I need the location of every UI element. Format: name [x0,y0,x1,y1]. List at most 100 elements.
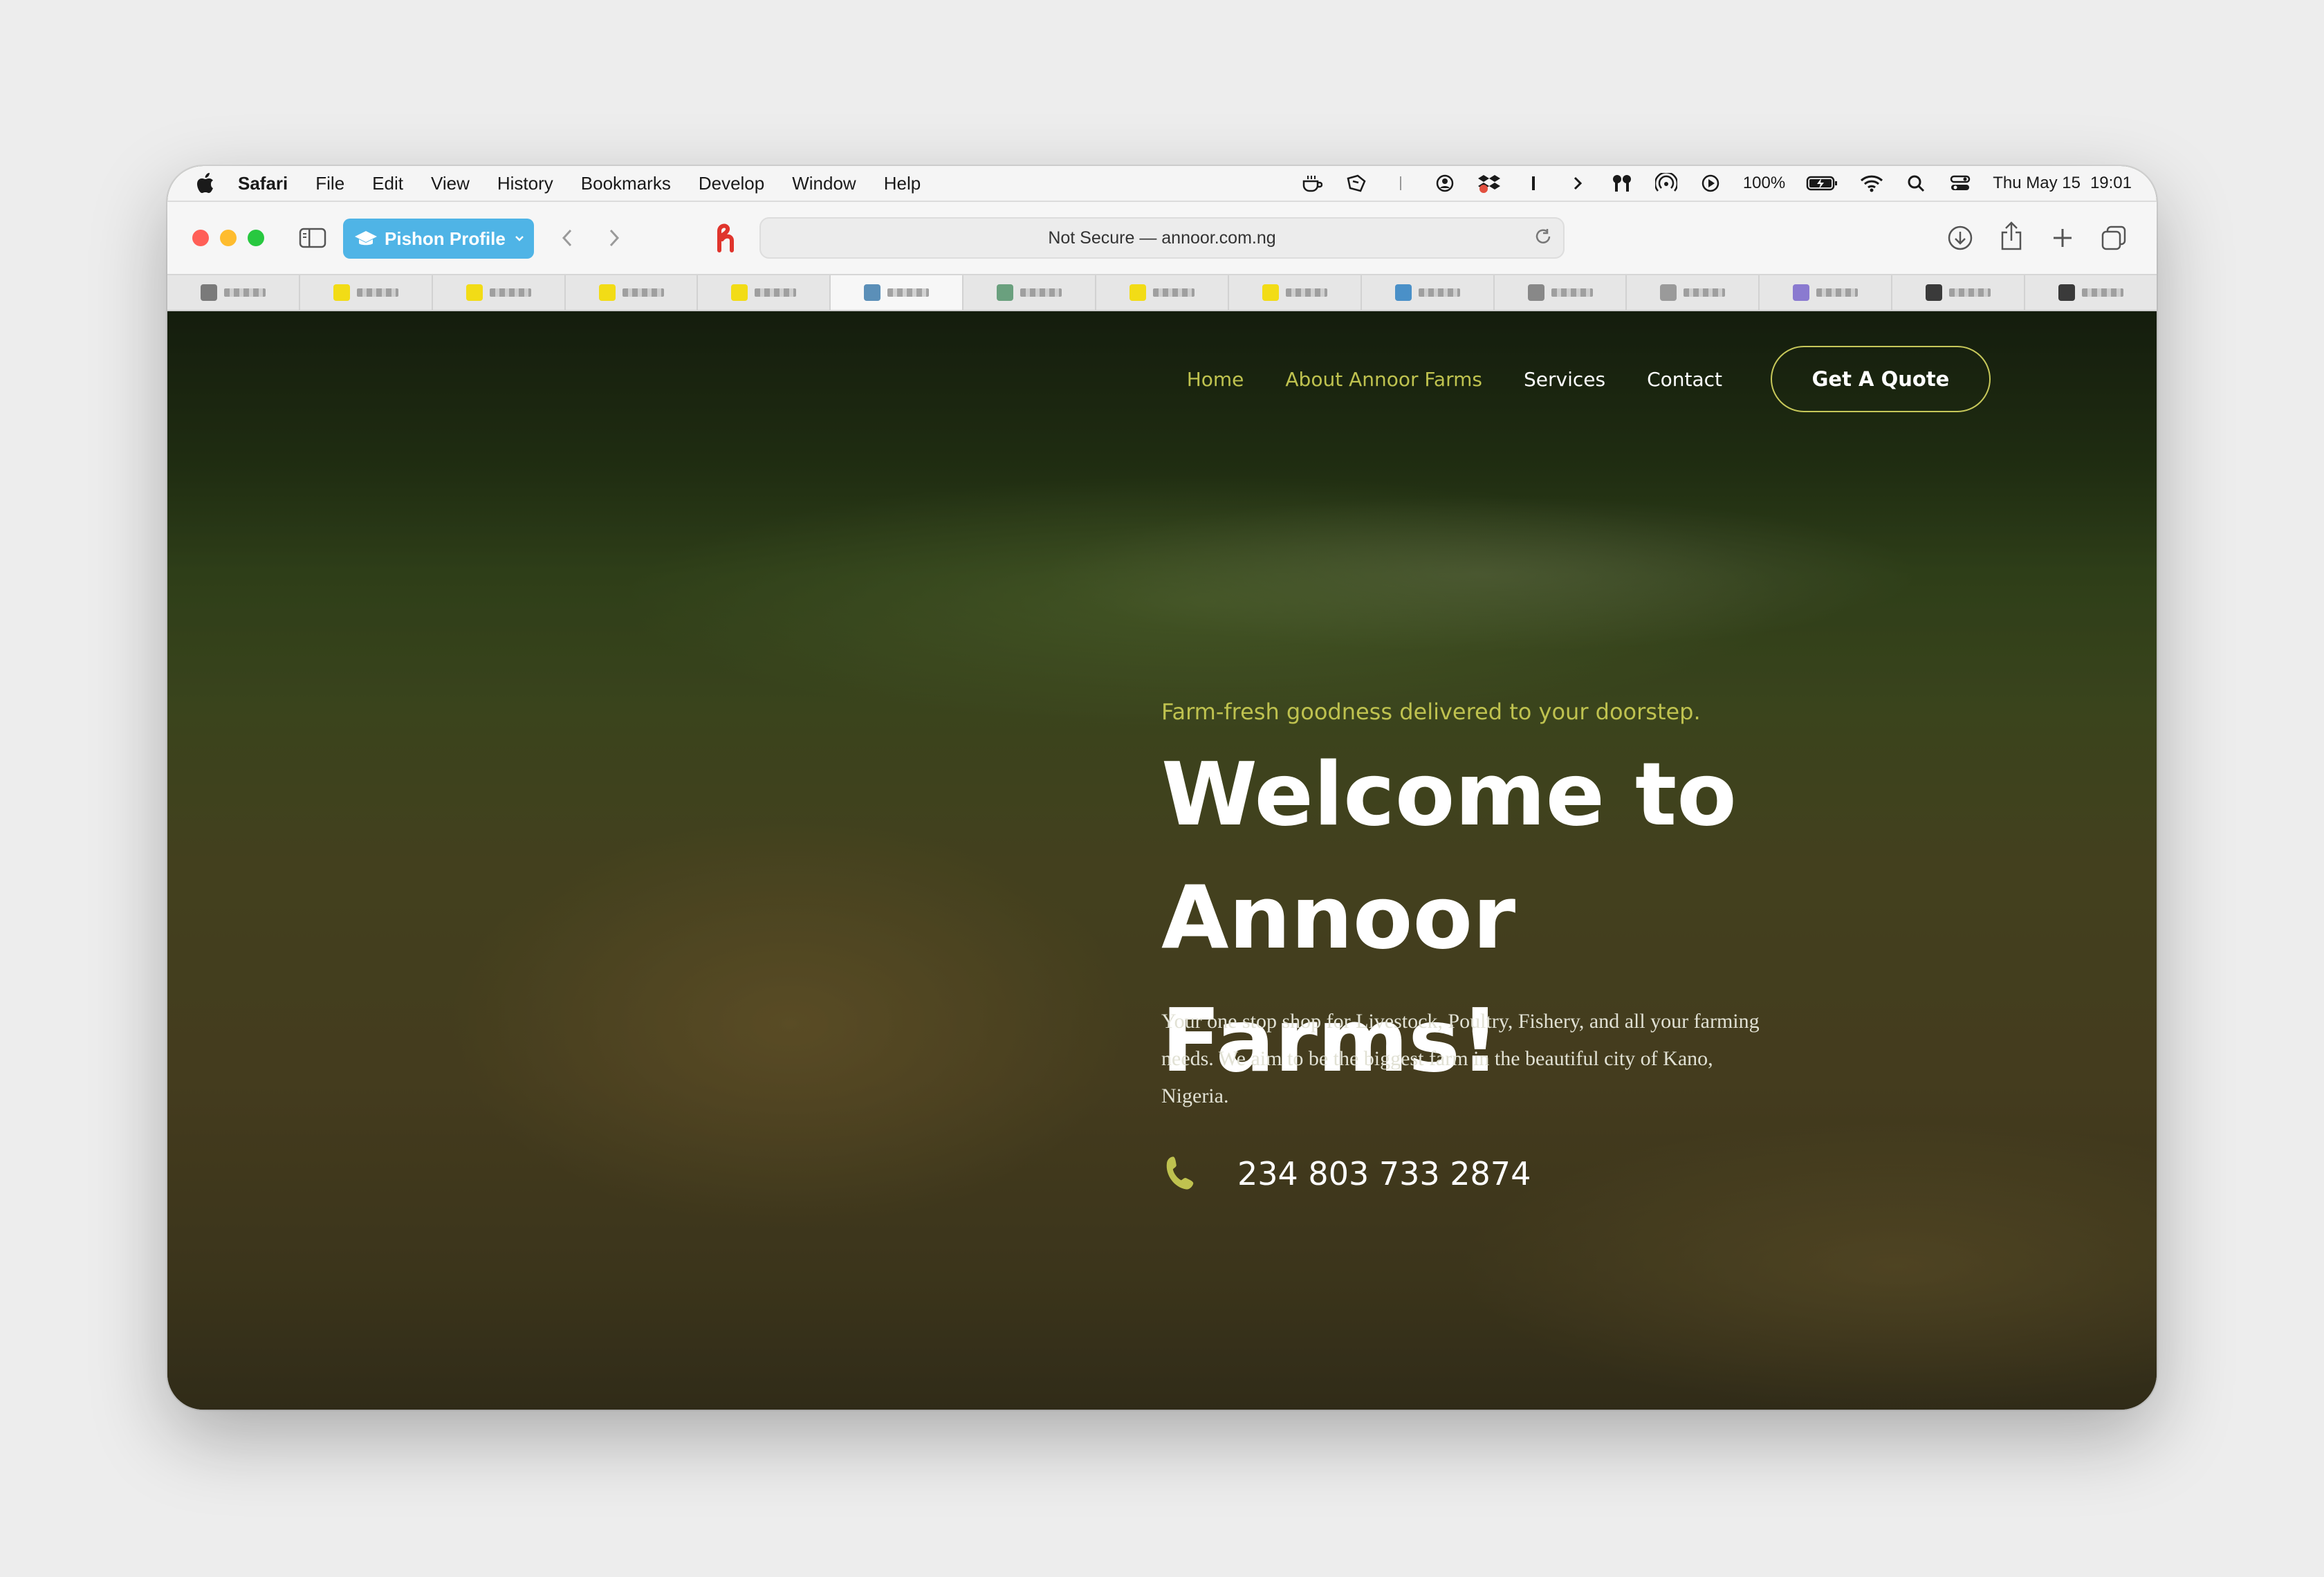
menu-help[interactable]: Help [884,173,921,194]
downloads-icon[interactable] [1945,223,1975,253]
tab-favicon-icon [864,284,881,301]
tab-overview-icon[interactable] [2099,223,2129,253]
tab-title [1418,288,1460,297]
hero-phone[interactable]: 234 803 733 2874 [1161,1155,1531,1192]
nav-link-services[interactable]: Services [1524,368,1605,391]
browser-tab[interactable] [1892,275,2026,310]
chevron-down-icon [514,234,525,243]
tab-title [755,288,797,297]
nav-link-contact[interactable]: Contact [1647,368,1722,391]
tab-title [622,288,664,297]
web-page: Home About Annoor Farms Services Contact… [167,311,2157,1410]
wifi-icon[interactable] [1860,173,1883,194]
menubar-status-area: 100% Thu May 15 19:01 [1300,166,2132,201]
browser-tab[interactable] [2025,275,2157,310]
menu-app-name[interactable]: Safari [238,173,288,194]
browser-tab[interactable] [566,275,699,310]
tab-favicon-icon [1527,284,1544,301]
separator-icon [1389,173,1412,194]
share-icon[interactable] [1996,220,2027,253]
tab-favicon-icon [1394,284,1412,301]
tab-favicon-icon [200,284,217,301]
nav-link-about[interactable]: About Annoor Farms [1285,368,1482,391]
tab-title [356,288,398,297]
tab-favicon-icon [2058,284,2075,301]
close-window-button[interactable] [192,230,209,246]
menu-view[interactable]: View [431,173,470,194]
tab-title [1816,288,1859,297]
browser-tab[interactable] [433,275,566,310]
dropbox-icon[interactable] [1477,173,1501,194]
browser-tab[interactable] [1096,275,1229,310]
menu-file[interactable]: File [315,173,344,194]
tab-title [1684,288,1726,297]
browser-toolbar: Pishon Profile Not Secure — annoor.com.n… [167,202,2157,275]
control-center-icon[interactable] [1948,173,1972,194]
nav-link-home[interactable]: Home [1187,368,1244,391]
user-circle-icon[interactable] [1433,173,1457,194]
menu-edit[interactable]: Edit [372,173,403,194]
minimize-window-button[interactable] [220,230,237,246]
browser-window: Safari File Edit View History Bookmarks … [167,166,2157,1410]
tab-title [1020,288,1062,297]
tab-title [489,288,531,297]
url-text: Not Secure — annoor.com.ng [1048,228,1276,248]
browser-tab[interactable] [698,275,831,310]
browser-tab[interactable] [1627,275,1760,310]
graduation-cap-icon [354,229,378,248]
hero-description: Your one stop shop for Livestock, Poultr… [1161,1010,1760,1107]
menu-history[interactable]: History [497,173,553,194]
honey-extension-icon[interactable] [711,221,741,255]
tab-title [1152,288,1195,297]
tab-bar [167,275,2157,311]
menu-window[interactable]: Window [792,173,856,194]
back-arrow-icon[interactable] [555,224,580,252]
tab-favicon-icon [333,284,350,301]
browser-tab[interactable] [1362,275,1495,310]
tab-favicon-icon [731,284,748,301]
menu-develop[interactable]: Develop [699,173,764,194]
text-cursor-icon[interactable] [1522,173,1545,194]
tab-favicon-icon [1793,284,1810,301]
address-bar[interactable]: Not Secure — annoor.com.ng [759,217,1565,259]
chevron-right-icon[interactable] [1566,173,1589,194]
spotlight-search-icon[interactable] [1904,173,1928,194]
menubar-date: Thu May 15 [1993,174,2081,192]
browser-tab[interactable] [1760,275,1893,310]
battery-icon[interactable] [1806,173,1839,194]
menu-bookmarks[interactable]: Bookmarks [581,173,671,194]
phone-number[interactable]: 234 803 733 2874 [1237,1155,1531,1192]
profile-button[interactable]: Pishon Profile [343,219,534,259]
reload-icon[interactable] [1534,228,1553,248]
browser-tab[interactable] [1229,275,1362,310]
play-circle-icon[interactable] [1699,173,1722,194]
tab-favicon-icon [1262,284,1279,301]
menubar-time: 19:01 [2090,174,2132,192]
airpods-icon[interactable] [1610,173,1634,194]
browser-tab[interactable] [1495,275,1627,310]
browser-tab-active[interactable] [831,275,964,310]
tab-title [1551,288,1593,297]
zoom-window-button[interactable] [248,230,264,246]
apple-icon[interactable] [194,172,217,195]
tab-title [1285,288,1327,297]
coffee-icon[interactable] [1300,173,1324,194]
browser-tab[interactable] [300,275,433,310]
airdrop-icon[interactable] [1654,173,1678,194]
sidebar-toggle-icon[interactable] [299,225,326,250]
profile-label: Pishon Profile [385,228,506,249]
screenshot-tool-icon[interactable] [1345,173,1368,194]
forward-arrow-icon[interactable] [602,224,627,252]
browser-tab[interactable] [963,275,1097,310]
tab-favicon-icon [1660,284,1677,301]
tab-favicon-icon [465,284,483,301]
hero-title-line-1: Welcome to [1161,744,1737,845]
phone-icon [1161,1155,1199,1192]
battery-percentage: 100% [1742,174,1786,192]
tab-favicon-icon [997,284,1014,301]
new-tab-plus-icon[interactable] [2047,223,2078,253]
browser-tab[interactable] [167,275,300,310]
tab-favicon-icon [598,284,616,301]
get-a-quote-button[interactable]: Get A Quote [1771,346,1991,412]
tab-favicon-icon [1129,284,1146,301]
